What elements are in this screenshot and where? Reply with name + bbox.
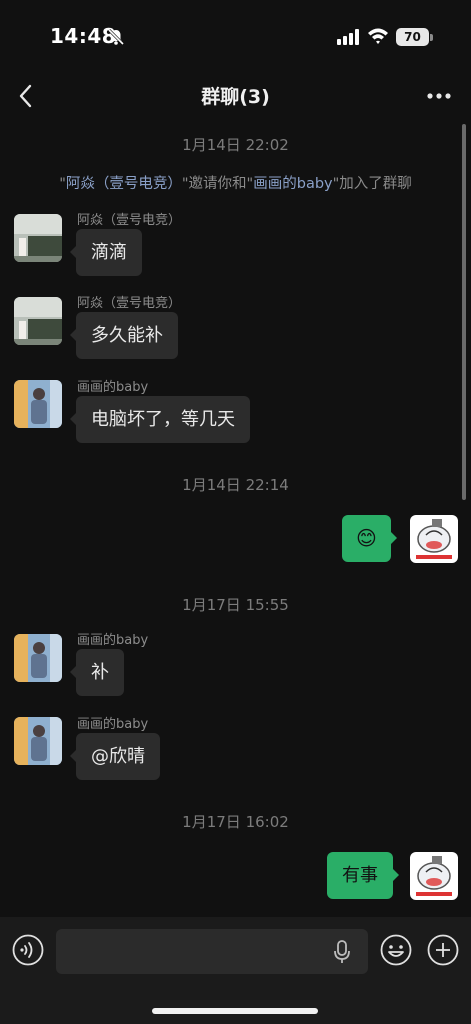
timestamp: 1月17日 15:55: [182, 596, 289, 614]
avatar[interactable]: [14, 380, 62, 428]
emoji-icon[interactable]: [380, 934, 412, 966]
system-text: ": [59, 176, 66, 192]
message-bubble[interactable]: 滴滴: [70, 229, 142, 276]
avatar[interactable]: [14, 297, 62, 345]
more-options-icon[interactable]: [424, 84, 454, 108]
message-bubble-outgoing[interactable]: 有事: [327, 852, 399, 899]
nav-bar: 群聊(3): [0, 76, 471, 118]
wifi-icon: [368, 28, 388, 44]
timestamp: 1月14日 22:02: [182, 136, 289, 154]
self-avatar[interactable]: [410, 852, 458, 900]
message-bubble[interactable]: 电脑坏了，等几天: [70, 396, 250, 443]
message-input[interactable]: [56, 929, 368, 974]
avatar[interactable]: [14, 214, 62, 262]
sender-name: 画画的baby: [77, 380, 149, 395]
message-bubble[interactable]: @欣晴: [70, 733, 160, 780]
signal-icon: [337, 29, 359, 45]
chat-title: 群聊(3): [201, 86, 270, 108]
message-bubble[interactable]: 补: [70, 649, 124, 696]
message-bubble-outgoing[interactable]: 😊: [342, 515, 397, 562]
self-avatar[interactable]: [410, 515, 458, 563]
avatar[interactable]: [14, 717, 62, 765]
home-indicator[interactable]: [152, 1008, 318, 1014]
sender-name: 阿焱（壹号电竞）: [77, 296, 182, 311]
system-inviter-link[interactable]: 阿焱（壹号电竞）: [66, 176, 182, 192]
system-text: "加入了群聊: [332, 176, 412, 192]
sender-name: 画画的baby: [77, 717, 149, 732]
battery-indicator: 70: [396, 28, 429, 46]
status-bar: 14:48 70: [0, 0, 471, 76]
battery-cap: [430, 34, 433, 41]
timestamp: 1月14日 22:14: [182, 476, 289, 494]
sender-name: 画画的baby: [77, 633, 149, 648]
avatar[interactable]: [14, 634, 62, 682]
system-text: "邀请你和": [181, 176, 254, 192]
message-bubble[interactable]: 多久能补: [70, 312, 178, 359]
timestamp: 1月17日 16:02: [182, 813, 289, 831]
system-invitee-link[interactable]: 画画的baby: [253, 176, 332, 192]
sender-name: 阿焱（壹号电竞）: [77, 213, 182, 228]
microphone-icon[interactable]: [333, 940, 351, 964]
system-message: "阿焱（壹号电竞）"邀请你和"画画的baby"加入了群聊: [0, 172, 471, 193]
plus-icon[interactable]: [427, 934, 459, 966]
voice-input-icon[interactable]: [12, 934, 44, 966]
bell-off-icon: [107, 28, 125, 46]
